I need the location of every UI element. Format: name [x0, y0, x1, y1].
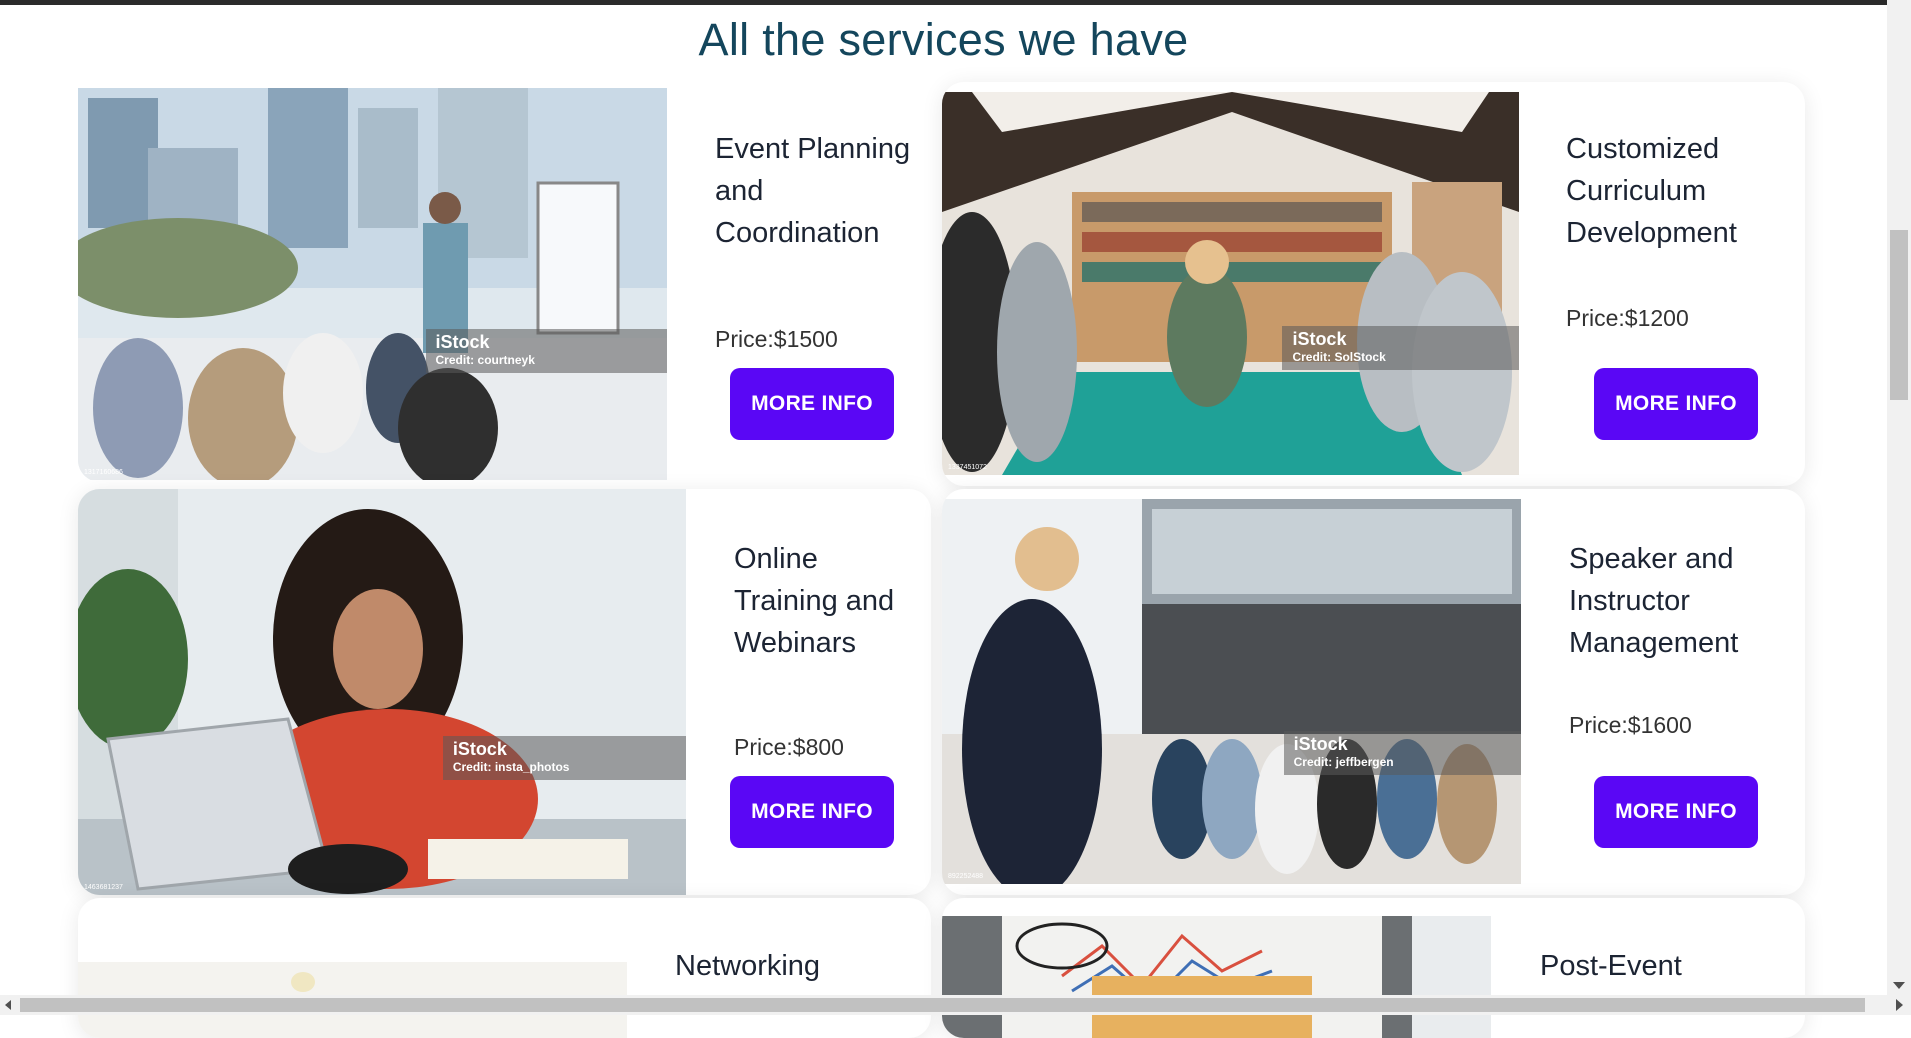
service-photo: iStock Credit: jeffbergen 892252488 — [942, 499, 1521, 884]
stock-watermark: iStock Credit: courtneyk — [425, 329, 667, 373]
service-photo: iStock Credit: insta_photos 1463681237 — [78, 489, 686, 895]
service-card-curriculum: iStock Credit: SolStock 1337451072 Custo… — [942, 82, 1805, 486]
scroll-left-arrow-icon[interactable] — [5, 1000, 11, 1010]
service-card-post-event: Post-Event — [942, 898, 1805, 1038]
image-id: 1317160686 — [84, 469, 123, 476]
service-title: Customized Curriculum Development — [1566, 133, 1737, 249]
image-id: 1463681237 — [84, 884, 123, 891]
scroll-right-arrow-icon[interactable] — [1896, 999, 1903, 1011]
service-title: Post-Event — [1540, 950, 1682, 982]
service-title: Event Planning and Coordination — [715, 133, 911, 249]
stock-watermark: iStock Credit: insta_photos — [442, 736, 686, 780]
scrollbar-thumb[interactable] — [20, 998, 1865, 1012]
service-card-event-planning: iStock Credit: courtneyk 1317160686 Even… — [78, 82, 931, 482]
service-price: Price:$1500 — [715, 326, 838, 352]
stock-watermark: iStock Credit: SolStock — [1282, 326, 1519, 370]
more-info-button[interactable]: MORE INFO — [730, 368, 894, 440]
image-id: 1337451072 — [948, 464, 987, 471]
vertical-scrollbar[interactable] — [1887, 0, 1911, 995]
scroll-down-arrow-icon[interactable] — [1893, 982, 1905, 989]
horizontal-scrollbar[interactable] — [0, 995, 1911, 1015]
service-title: Online Training and Webinars — [734, 543, 895, 659]
service-photo — [942, 916, 1491, 1038]
image-id: 892252488 — [948, 873, 984, 880]
service-title: Speaker and Instructor Management — [1569, 543, 1739, 659]
service-title: Networking — [675, 950, 821, 982]
browser-top-edge — [0, 0, 1911, 5]
stock-brand: iStock — [1292, 329, 1347, 349]
service-card-speaker-management: iStock Credit: jeffbergen 892252488 Spea… — [942, 489, 1805, 895]
stock-brand: iStock — [452, 739, 507, 759]
service-card-networking: Networking — [78, 898, 931, 1038]
stock-brand: iStock — [1293, 734, 1348, 754]
service-price: Price:$1600 — [1569, 712, 1692, 738]
service-photo: iStock Credit: SolStock 1337451072 — [942, 92, 1519, 475]
photo-credit: Credit: courtneyk — [435, 353, 535, 367]
photo-credit: Credit: SolStock — [1292, 350, 1386, 364]
more-info-button[interactable]: MORE INFO — [1594, 776, 1758, 848]
service-card-online-training: iStock Credit: insta_photos 1463681237 O… — [78, 489, 931, 895]
photo-credit: Credit: jeffbergen — [1293, 755, 1394, 769]
more-info-button[interactable]: MORE INFO — [730, 776, 894, 848]
page-heading: All the services we have — [698, 14, 1189, 65]
service-price: Price:$1200 — [1566, 305, 1689, 331]
service-price: Price:$800 — [734, 734, 844, 760]
stock-watermark: iStock Credit: jeffbergen — [1283, 731, 1521, 775]
service-photo: iStock Credit: courtneyk 1317160686 — [78, 88, 667, 480]
stock-brand: iStock — [435, 332, 490, 352]
more-info-button[interactable]: MORE INFO — [1594, 368, 1758, 440]
scrollbar-thumb[interactable] — [1890, 230, 1908, 400]
photo-credit: Credit: insta_photos — [452, 760, 570, 774]
